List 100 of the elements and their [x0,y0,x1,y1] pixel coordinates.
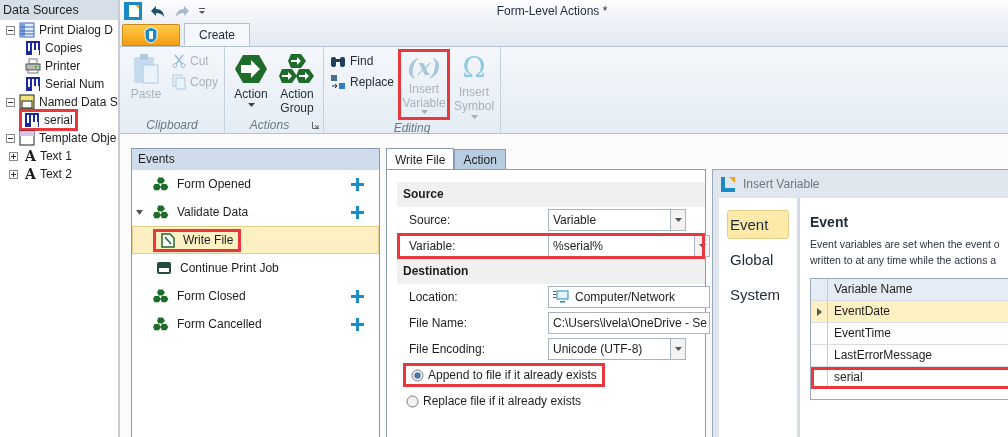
description-text: Event variables are set when the event o [810,237,1001,252]
computer-icon [553,290,569,304]
tree-item[interactable]: Copies [24,40,84,56]
radio-icon [411,368,424,382]
event-item[interactable]: Form Closed [150,287,249,305]
dropdown[interactable]: %serial% [548,235,710,257]
collapse-toggle[interactable] [6,97,15,107]
text-icon: A [25,166,36,182]
expand-toggle[interactable] [8,169,18,179]
undo-icon[interactable] [150,4,166,18]
window-title: Form-Level Actions * [495,4,609,18]
tree-item[interactable]: A Text 2 [24,166,73,182]
omega-icon: Ω [462,53,486,83]
dropdown[interactable]: Variable [548,209,686,231]
document-icon [161,232,175,248]
table-row[interactable]: EventDate [811,301,1008,323]
input-field[interactable]: C:\Users\lvela\OneDrive - Se [548,312,710,334]
hexagon-arrows-icon [153,205,169,219]
tree-label: Serial Num [45,77,105,91]
tree-label: Printer [45,59,81,73]
ribbon-button[interactable]: Replace [328,73,397,91]
dropdown[interactable]: Unicode (UTF-8) [548,338,686,360]
section-header: Destination [397,259,705,284]
add-icon[interactable] [351,177,364,191]
collapse-toggle[interactable] [6,133,15,143]
expand-toggle[interactable] [8,151,18,161]
action-item[interactable]: Write File [153,228,242,252]
table-cell-text: serial [833,369,863,386]
location-picker[interactable]: Computer/Network [548,286,710,308]
table-row[interactable]: serial [811,367,1008,389]
event-item[interactable]: Form Opened [150,175,255,193]
ribbon-button[interactable]: Action [229,49,273,117]
category-tab[interactable]: System [727,280,789,309]
table-cell-text: EventTime [833,325,891,342]
radio-option[interactable]: Append to file if it already exists [403,363,605,387]
radio-option[interactable]: Replace file if it already exists [403,392,585,410]
section-heading: Event [810,214,850,230]
tree-label: Print Dialog D [39,23,114,37]
category-tab[interactable]: Global [727,245,789,274]
customize-caret-icon[interactable] [198,7,206,15]
field-label: Variable: [409,239,457,253]
selected-row[interactable]: Write File [132,226,379,254]
scissors-icon [172,54,186,68]
field-label: Location: [409,290,459,304]
caret-icon [674,218,682,222]
collapse-toggle[interactable] [6,25,15,35]
ribbon-tab[interactable]: Create [184,23,251,46]
dialog-launcher-icon[interactable] [312,121,319,129]
app-logo-icon [124,2,142,20]
tree-item[interactable]: serial [19,109,78,131]
tree-label: Copies [45,41,83,55]
tree-label: Named Data S [39,95,118,109]
tree-item[interactable]: Named Data S [18,94,119,110]
variable-icon: (x) [407,52,441,82]
app-menu-button[interactable] [122,24,180,46]
expand-caret-icon[interactable] [136,208,143,216]
row-pointer-icon [816,307,822,316]
tree-label: Text 2 [39,167,72,181]
add-icon[interactable] [351,317,364,331]
tree-label: Template Obje [39,131,117,145]
variable-icon [25,40,41,56]
text-icon: A [25,148,36,164]
hexagon-arrows-icon [153,177,169,191]
variable-icon [24,112,40,128]
group-label: Editing [392,120,432,136]
app-logo-icon [721,176,735,192]
panel-title: Events [132,149,379,170]
tree-item[interactable]: A Text 1 [24,148,73,164]
event-item[interactable]: Validate Data [150,203,252,221]
tree-item[interactable]: Printer [24,58,82,74]
add-icon[interactable] [351,289,364,303]
printer-icon [156,261,172,275]
action-item[interactable]: Continue Print Job [153,259,282,277]
field-label: Source: [409,213,452,227]
hexagon-arrows-icon [153,317,169,331]
tree-item[interactable]: Serial Num [24,76,106,92]
table-cell-text: EventDate [833,303,891,320]
table-icon [19,22,35,38]
tab[interactable]: Action [454,149,506,170]
tree-item[interactable]: Print Dialog D [18,22,115,38]
category-tab[interactable]: Event [727,210,789,239]
hexagon-arrows-icon [153,289,169,303]
caret-icon [698,244,706,248]
section-header: Source [397,182,705,207]
group-label: Actions [248,117,291,133]
printer-icon [25,58,41,74]
replace-icon [330,74,346,90]
event-item[interactable]: Form Cancelled [150,315,265,333]
radio-icon [406,394,419,408]
tree-label: serial [44,113,73,127]
field-label: File Encoding: [409,342,487,356]
tree-item[interactable]: Template Obje [18,130,118,146]
ribbon-button[interactable]: Find [328,53,397,69]
add-icon[interactable] [351,205,364,219]
ribbon-button[interactable]: Action Group [275,49,319,117]
table-row[interactable]: EventTime [811,323,1008,345]
table-row[interactable]: LastErrorMessage [811,345,1008,367]
tab[interactable]: Write File [386,148,455,171]
template-icon [19,130,35,146]
hexagon-arrows-icon [279,53,315,85]
